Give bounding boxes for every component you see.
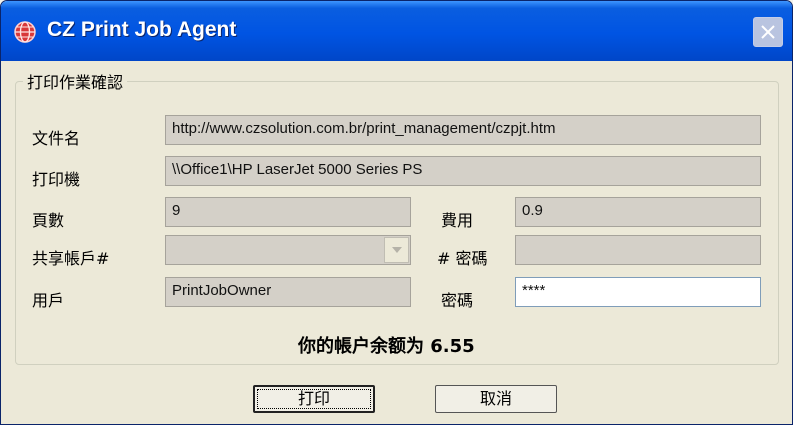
pages-label: 頁數 [32, 211, 65, 230]
printer-field: \\Office1\HP LaserJet 5000 Series PS [165, 156, 761, 186]
pages-field: 9 [165, 197, 411, 227]
account-password-field [515, 235, 761, 265]
close-icon [761, 25, 775, 39]
printer-label: 打印機 [32, 170, 81, 189]
cost-field: 0.9 [515, 197, 761, 227]
cancel-button[interactable]: 取消 [435, 385, 557, 413]
document-field: http://www.czsolution.com.br/print_manag… [165, 115, 761, 145]
password-label: 密碼 [441, 291, 474, 310]
balance-text: 你的帳户余额为 6.55 [298, 336, 475, 357]
close-button[interactable] [753, 17, 783, 47]
chevron-down-icon [392, 247, 402, 253]
account-password-label: # 密碼 [437, 249, 488, 268]
shared-account-label: 共享帳戶# [32, 249, 110, 268]
dialog-window: CZ Print Job Agent 打印作業確認 文件名 http://www… [0, 0, 793, 425]
shared-account-combo[interactable] [165, 235, 411, 265]
document-label: 文件名 [32, 129, 81, 148]
user-label: 用戶 [32, 291, 65, 310]
globe-icon [14, 21, 36, 43]
combo-dropdown-button[interactable] [384, 237, 409, 263]
cost-label: 費用 [441, 211, 474, 230]
title-bar[interactable]: CZ Print Job Agent [1, 1, 792, 61]
print-button[interactable]: 打印 [253, 385, 375, 413]
password-input[interactable]: **** [515, 277, 761, 307]
group-title: 打印作業確認 [23, 69, 128, 93]
window-title: CZ Print Job Agent [47, 18, 237, 41]
user-field: PrintJobOwner [165, 277, 411, 307]
